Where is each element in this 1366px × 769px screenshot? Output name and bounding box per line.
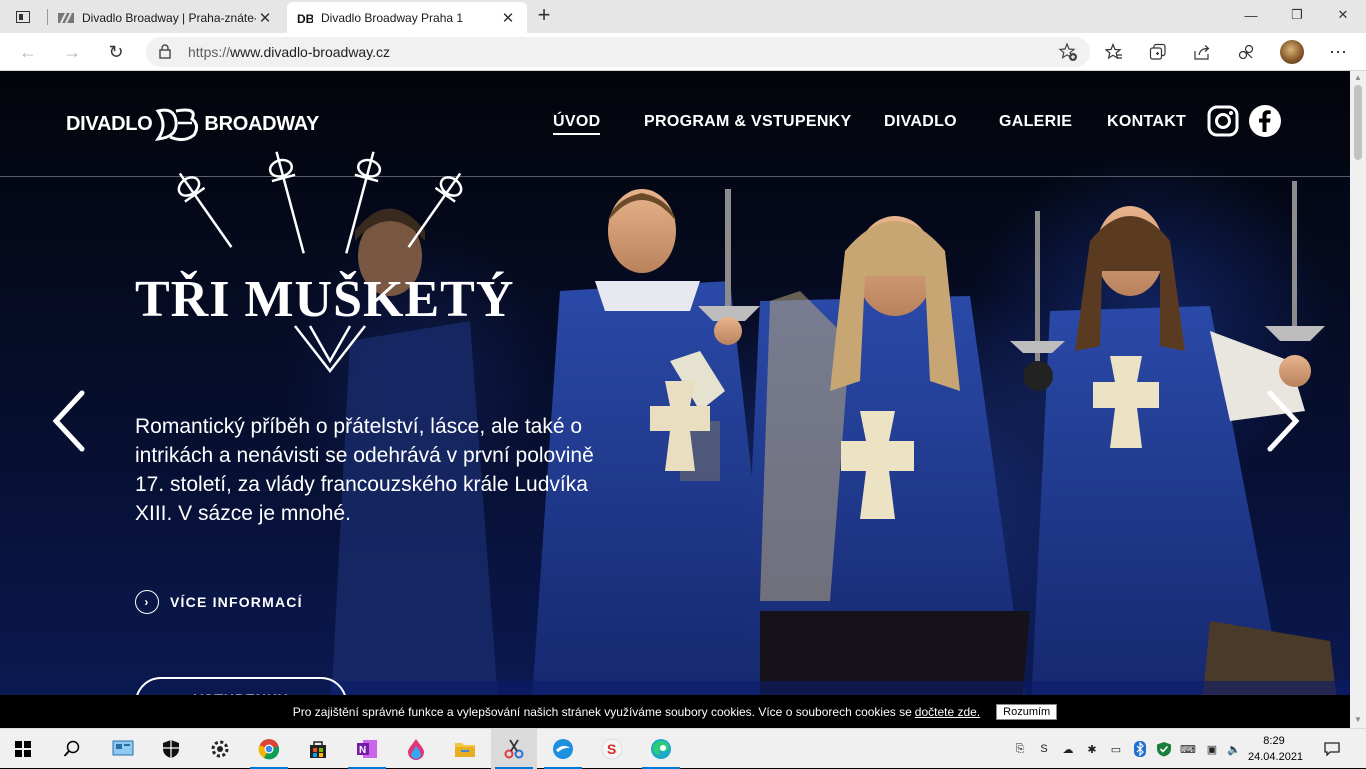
address-bar[interactable]: https://www.divadlo-broadway.cz [146,37,1090,67]
store-icon[interactable] [295,729,341,769]
nav-item-uvod[interactable]: ÚVOD [553,113,601,135]
profile-avatar[interactable] [1280,40,1304,64]
url-host: www.divadlo-broadway.cz [230,44,391,60]
keyboard-tray-icon[interactable]: ⌨ [1180,741,1196,757]
settings-gear-icon[interactable] [197,729,243,769]
more-info-label: VÍCE INFORMACÍ [170,594,303,610]
svg-text:S: S [607,741,616,757]
tab-title: Divadlo Broadway Praha 1 [321,10,464,25]
camera-tray-icon[interactable]: ⎘ [1012,741,1028,757]
paint-drop-icon[interactable] [393,729,439,769]
control-panel-icon[interactable] [100,729,146,769]
favorites-icon[interactable] [1099,37,1129,67]
chrome-icon[interactable] [246,729,292,769]
collections-icon[interactable] [1143,37,1173,67]
slider-next-icon[interactable] [1262,389,1302,453]
close-tab-icon[interactable]: ✕ [256,9,274,27]
start-icon[interactable] [0,729,46,769]
clock-date: 24.04.2021 [1248,751,1304,763]
restore-icon[interactable]: ❐ [1274,0,1320,30]
new-tab-icon[interactable]: + [530,4,558,28]
scissors-app-icon[interactable] [491,729,537,769]
close-window-icon[interactable]: ✕ [1320,0,1366,30]
more-menu-icon[interactable]: ⋯ [1323,37,1353,67]
site-favicon-icon [58,12,74,23]
tab-actions-icon[interactable] [8,6,38,28]
add-favorite-icon[interactable] [1058,42,1078,62]
scrollbar-thumb[interactable] [1354,85,1362,160]
antivirus-tray-icon[interactable]: ✱ [1084,741,1100,757]
back-icon[interactable]: ← [13,37,43,67]
cloud-tray-icon[interactable]: ☁ [1060,741,1076,757]
hero-description: Romantický příběh o přátelství, lásce, a… [135,415,594,525]
browser-toolbar: ← → ↻ https://www.divadlo-broadway.cz ⋯ [0,33,1366,71]
defender-tray-icon[interactable] [1156,741,1172,757]
volume-icon[interactable]: 🔈 [1226,741,1242,757]
search-icon[interactable] [49,729,95,769]
refresh-icon[interactable]: ↻ [101,37,131,67]
share-icon[interactable] [1187,37,1217,67]
extensions-icon[interactable] [1231,37,1261,67]
svg-text:N: N [359,745,366,756]
nav-item-kontakt[interactable]: KONTAKT [1107,113,1186,131]
onenote-icon[interactable]: N [344,729,390,769]
clock[interactable]: 8:29 24.04.2021 [1248,733,1304,765]
broadway-favicon-icon: DB [297,12,313,25]
cookie-text: Pro zajištění správné funkce a vylepšová… [292,704,912,719]
lock-icon[interactable] [159,44,171,59]
windows-taskbar: N S ⎘ S ☁ ✱ ▭ ⌨ ▣ 🔈 8:29 24.04.2021 [0,728,1366,769]
browser-tab-strip: Divadlo Broadway | Praha-znáte- ✕ DB Div… [0,0,1366,33]
chevron-right-icon: › [135,590,159,614]
scroll-down-icon[interactable]: ▼ [1354,715,1362,724]
s-tray-icon[interactable]: S [1036,741,1052,757]
slider-prev-icon[interactable] [50,389,90,453]
file-explorer-icon[interactable] [442,729,488,769]
db-monogram-icon [155,108,199,142]
instagram-icon[interactable] [1207,105,1239,137]
tab-title: Divadlo Broadway | Praha-znáte- [82,10,256,25]
show-title-artwork: TŘI MUŠKETÝŘI [135,151,515,374]
page-scrollbar[interactable]: ▲ ▼ [1350,71,1366,728]
web-page: DIVADLO BROADWAY ÚVOD PROGRAM & VSTUPENK… [0,71,1350,728]
svg-text:DB: DB [297,12,313,25]
security-shield-icon[interactable] [148,729,194,769]
facebook-icon[interactable] [1249,105,1281,137]
close-tab-icon[interactable]: ✕ [499,9,517,27]
cookie-bar: Pro zajištění správné funkce a vylepšová… [0,695,1350,728]
red-s-app-icon[interactable]: S [589,729,635,769]
clock-time: 8:29 [1263,735,1285,747]
logo-text-left: DIVADLO [66,112,153,135]
blue-app-icon[interactable] [540,729,586,769]
url-scheme: https:// [188,44,231,60]
bluetooth-icon[interactable] [1132,741,1148,757]
printer-tray-icon[interactable]: ▭ [1108,741,1124,757]
url-text: https://www.divadlo-broadway.cz [188,44,390,60]
nav-item-galerie[interactable]: GALERIE [999,113,1072,131]
minimize-icon[interactable]: — [1228,0,1274,30]
logo-text-right: BROADWAY [204,112,320,135]
browser-tab[interactable]: Divadlo Broadway | Praha-znáte- ✕ [48,2,284,33]
site-logo[interactable]: DIVADLO BROADWAY [66,105,319,143]
forward-icon[interactable]: → [57,37,87,67]
nav-item-program[interactable]: PROGRAM & VSTUPENKY [644,113,852,131]
cookie-accept-button[interactable]: Rozumím [996,703,1058,720]
nav-item-divadlo[interactable]: DIVADLO [884,113,957,131]
network-icon[interactable]: ▣ [1204,741,1220,757]
browser-tab-active[interactable]: DB Divadlo Broadway Praha 1 ✕ [287,2,527,33]
edge-icon[interactable] [638,729,684,769]
show-title-text: TŘI MUŠKETÝŘI [135,270,515,328]
scroll-up-icon[interactable]: ▲ [1354,73,1362,82]
more-info-link[interactable]: › VÍCE INFORMACÍ [135,590,303,614]
notifications-icon[interactable] [1324,741,1340,757]
cookie-info-link[interactable]: dočtete zde. [915,705,980,719]
